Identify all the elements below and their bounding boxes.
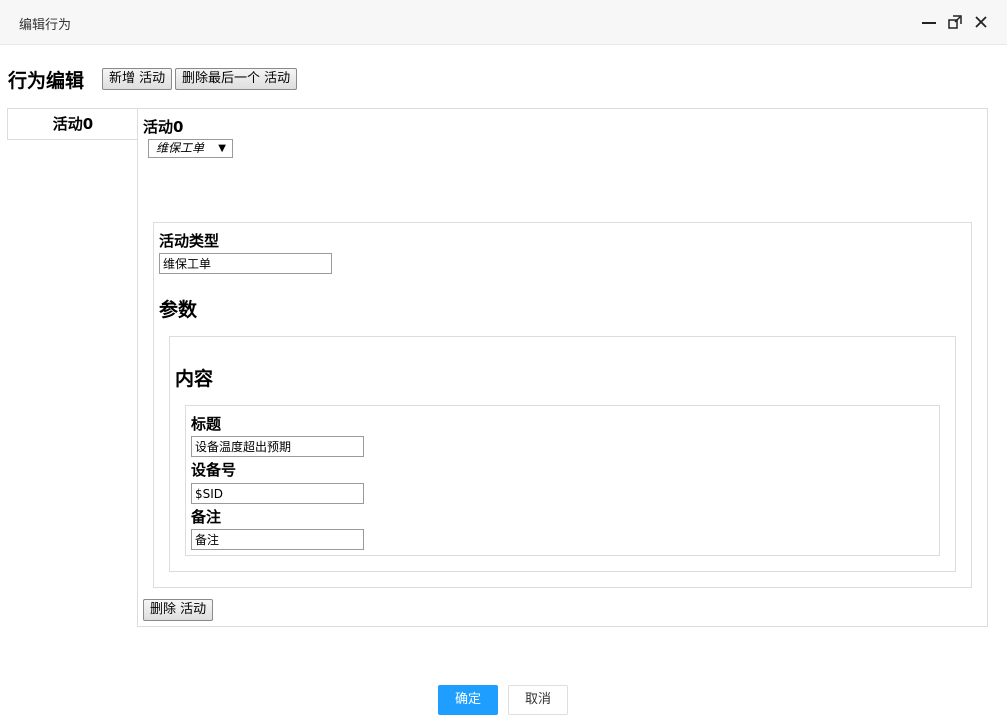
tab-activity-0[interactable]: 活动0: [7, 108, 138, 140]
close-icon[interactable]: [973, 14, 989, 30]
activity-type-select[interactable]: 维保工单 ▼: [148, 139, 233, 158]
add-activity-button[interactable]: 新增 活动: [102, 68, 173, 90]
device-id-field[interactable]: [191, 483, 364, 504]
remove-last-activity-button[interactable]: 删除最后一个 活动: [175, 68, 298, 90]
dialog-title: 编辑行为: [19, 18, 72, 33]
editor-heading: 行为编辑: [8, 70, 85, 92]
activity-type-select-value: 维保工单: [156, 141, 205, 155]
field-label-note: 备注: [191, 508, 222, 526]
field-label-title: 标题: [191, 415, 222, 433]
delete-activity-button[interactable]: 删除 活动: [143, 599, 214, 621]
cancel-button[interactable]: 取消: [508, 685, 568, 715]
dropdown-arrow-icon: ▼: [218, 143, 226, 154]
note-field[interactable]: [191, 529, 364, 550]
maximize-icon[interactable]: [947, 14, 963, 30]
field-label-device: 设备号: [191, 461, 237, 479]
activity-type-label: 活动类型: [159, 232, 220, 250]
activity-title: 活动0: [143, 118, 184, 136]
activity-type-input[interactable]: [159, 253, 332, 274]
ok-button[interactable]: 确定: [438, 685, 498, 715]
dialog-titlebar: 编辑行为: [0, 0, 1007, 45]
params-label: 参数: [159, 299, 198, 321]
content-label: 内容: [175, 368, 214, 390]
title-field[interactable]: [191, 436, 364, 457]
minimize-icon[interactable]: [921, 14, 937, 30]
